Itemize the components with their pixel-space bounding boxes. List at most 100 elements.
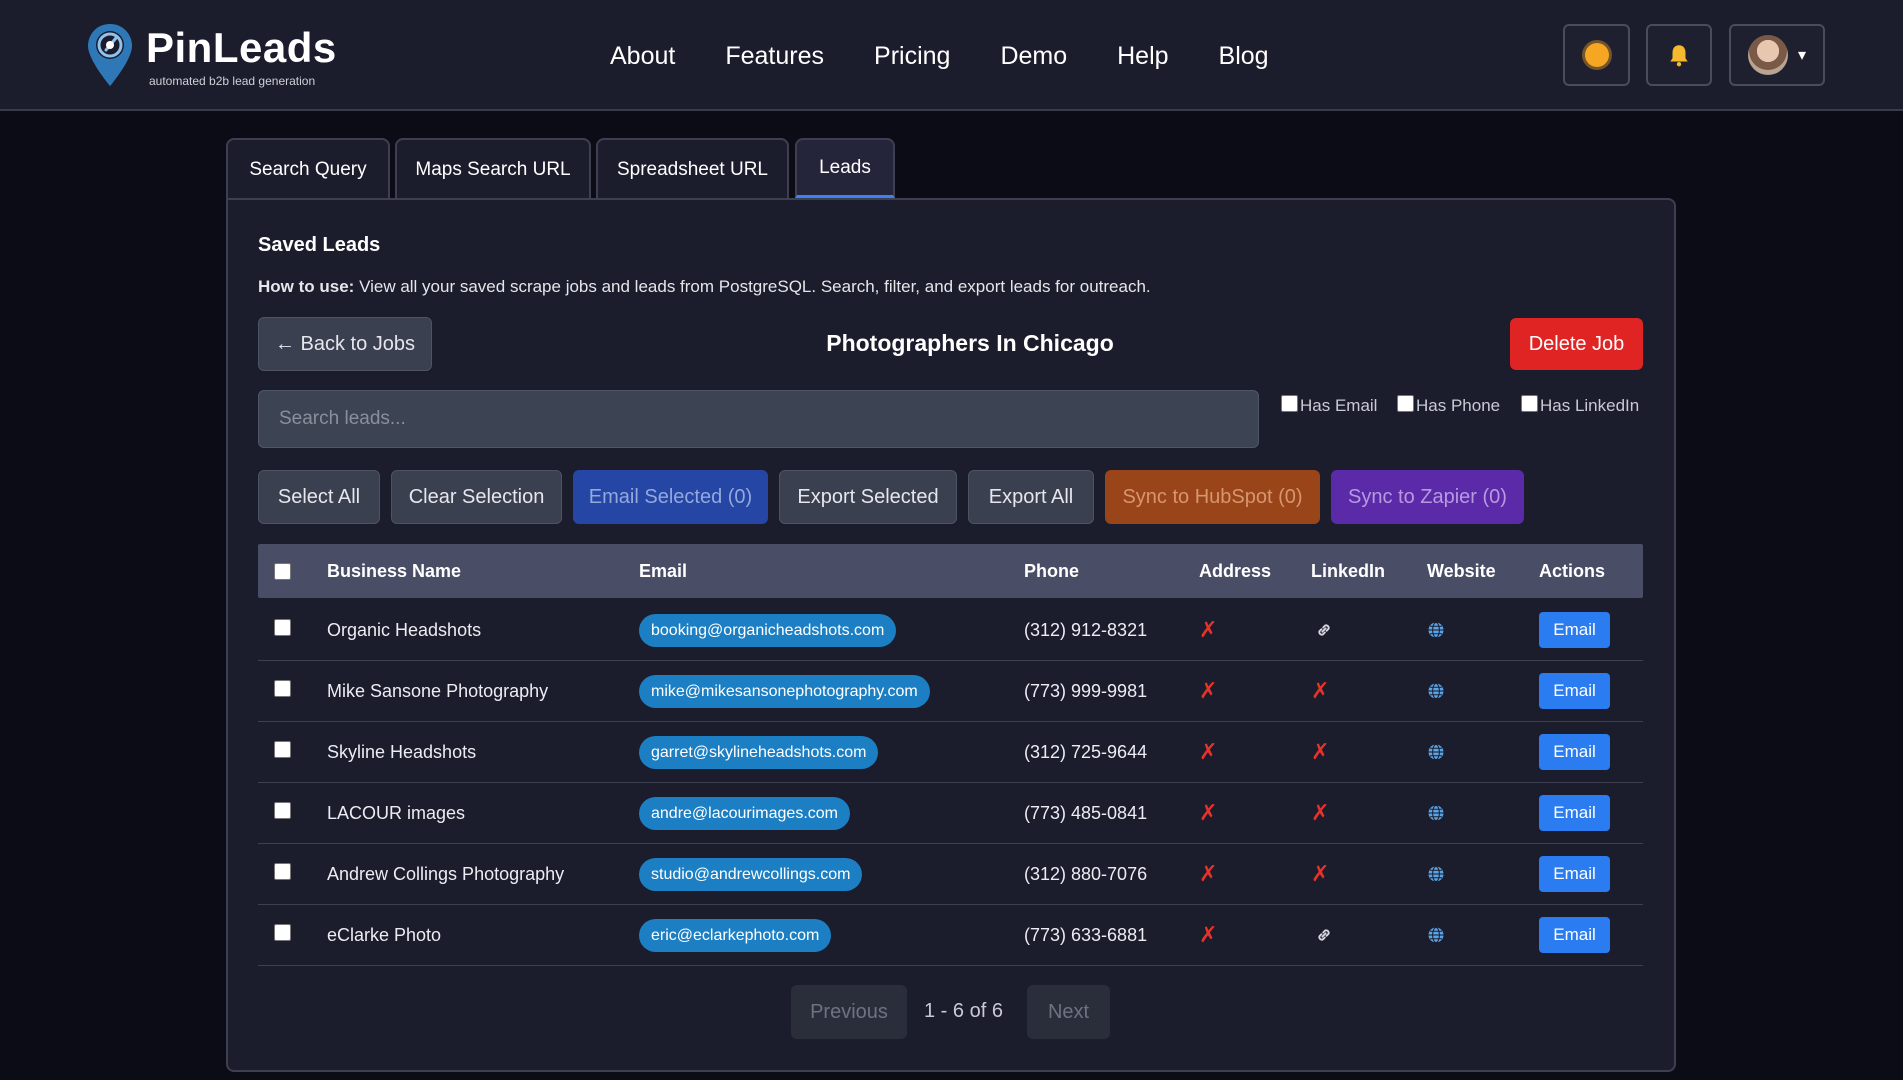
has-linkedin-label: Has LinkedIn [1540,396,1640,415]
sync-zapier-button[interactable]: Sync to Zapier (0) [1331,470,1524,524]
business-name: Andrew Collings Photography [327,864,565,884]
user-menu-button[interactable]: ▾ [1729,24,1825,86]
select-all-checkbox[interactable] [274,563,291,580]
row-select-checkbox[interactable] [274,863,291,880]
export-all-button[interactable]: Export All [968,470,1094,524]
tab-spreadsheet-url[interactable]: Spreadsheet URL [596,138,789,199]
main-nav: About Features Pricing Demo Help Blog [610,36,1319,76]
has-phone-checkbox[interactable] [1397,394,1414,412]
how-to-use-description: View all your saved scrape jobs and lead… [354,277,1151,296]
how-to-use-text: How to use: View all your saved scrape j… [258,277,1151,297]
col-linkedin: LinkedIn [1311,561,1386,581]
globe-icon[interactable] [1427,682,1445,700]
col-email: Email [639,561,688,581]
email-lead-button[interactable]: Email [1539,795,1610,831]
row-select-checkbox[interactable] [274,802,291,819]
link-icon[interactable] [1314,620,1334,640]
brand-tagline: automated b2b lead generation [149,74,316,88]
address-missing-icon: ✗ [1199,678,1218,703]
table-row: Mike Sansone Photography mike@mikesansone… [258,661,1643,722]
phone-number: (773) 485-0841 [1024,803,1148,823]
phone-number: (312) 880-7076 [1024,864,1148,884]
notifications-button[interactable] [1646,24,1712,86]
email-lead-button[interactable]: Email [1539,856,1610,892]
chevron-down-icon: ▾ [1797,47,1807,64]
nav-help[interactable]: Help [1117,36,1168,76]
table-row: Organic Headshots booking@organicheadshot… [258,600,1643,661]
nav-about[interactable]: About [610,36,675,76]
globe-icon[interactable] [1427,804,1445,822]
row-select-checkbox[interactable] [274,619,291,636]
table-row: eClarke Photo eric@eclarkephoto.com (773) … [258,905,1643,966]
address-missing-icon: ✗ [1199,800,1218,825]
has-email-checkbox[interactable] [1281,394,1298,412]
next-page-button[interactable]: Next [1027,985,1110,1039]
business-name: LACOUR images [327,803,466,823]
filter-has-linkedin[interactable]: Has LinkedIn [1521,394,1640,416]
address-missing-icon: ✗ [1199,617,1218,642]
search-leads-input[interactable] [258,390,1259,448]
tab-maps-search-url[interactable]: Maps Search URL [395,138,591,199]
has-linkedin-checkbox[interactable] [1521,394,1538,412]
col-address: Address [1199,561,1272,581]
filter-has-phone[interactable]: Has Phone [1397,394,1501,416]
email-selected-button[interactable]: Email Selected (0) [573,470,768,524]
nav-features[interactable]: Features [725,36,824,76]
panel-title: Saved Leads [258,234,381,256]
delete-job-button[interactable]: Delete Job [1510,318,1643,370]
col-business-name: Business Name [327,561,462,581]
email-lead-button[interactable]: Email [1539,612,1610,648]
col-actions: Actions [1539,561,1606,581]
brand-name: PinLeads [146,24,337,71]
email-pill[interactable]: eric@eclarkephoto.com [639,919,832,952]
globe-icon[interactable] [1427,621,1445,639]
nav-blog[interactable]: Blog [1219,36,1269,76]
filter-has-email[interactable]: Has Email [1281,394,1378,416]
globe-icon[interactable] [1427,926,1445,944]
email-pill[interactable]: andre@lacourimages.com [639,797,850,830]
back-to-jobs-button[interactable]: ← Back to Jobs [258,317,432,371]
top-header: PinLeads automated b2b lead generation A… [0,0,1903,111]
phone-number: (312) 725-9644 [1024,742,1148,762]
row-select-checkbox[interactable] [274,924,291,941]
email-pill[interactable]: studio@andrewcollings.com [639,858,863,891]
map-pin-logo-icon [88,24,132,86]
globe-icon[interactable] [1427,743,1445,761]
email-pill[interactable]: mike@mikesansonephotography.com [639,675,930,708]
tab-search-query[interactable]: Search Query [226,138,390,199]
row-select-checkbox[interactable] [274,680,291,697]
previous-page-button[interactable]: Previous [791,985,907,1039]
email-pill[interactable]: garret@skylineheadshots.com [639,736,879,769]
row-select-checkbox[interactable] [274,741,291,758]
has-phone-label: Has Phone [1416,396,1501,415]
select-all-button[interactable]: Select All [258,470,380,524]
business-name: Organic Headshots [327,620,482,640]
linkedin-missing-icon: ✗ [1311,678,1330,703]
address-missing-icon: ✗ [1199,739,1218,764]
clear-selection-button[interactable]: Clear Selection [391,470,562,524]
has-email-label: Has Email [1300,396,1378,415]
tab-leads[interactable]: Leads [795,138,895,198]
email-lead-button[interactable]: Email [1539,673,1610,709]
sun-icon [1584,43,1609,67]
email-lead-button[interactable]: Email [1539,917,1610,953]
address-missing-icon: ✗ [1199,922,1218,947]
sync-hubspot-button[interactable]: Sync to HubSpot (0) [1105,470,1320,524]
col-website: Website [1427,561,1496,581]
table-header: Business Name Email Phone Address Linked… [258,544,1643,598]
export-selected-button[interactable]: Export Selected [779,470,957,524]
link-icon[interactable] [1314,925,1334,945]
brand-logo[interactable]: PinLeads automated b2b lead generation [86,22,346,90]
nav-pricing[interactable]: Pricing [874,36,950,76]
nav-demo[interactable]: Demo [1000,36,1067,76]
table-row: Andrew Collings Photography studio@andrew… [258,844,1643,905]
phone-number: (312) 912-8321 [1024,620,1148,640]
col-phone: Phone [1024,561,1080,581]
address-missing-icon: ✗ [1199,861,1218,886]
globe-icon[interactable] [1427,865,1445,883]
email-lead-button[interactable]: Email [1539,734,1610,770]
email-pill[interactable]: booking@organicheadshots.com [639,614,897,647]
business-name: Mike Sansone Photography [327,681,549,701]
theme-toggle-button[interactable] [1563,24,1630,86]
bell-icon [1670,45,1688,67]
